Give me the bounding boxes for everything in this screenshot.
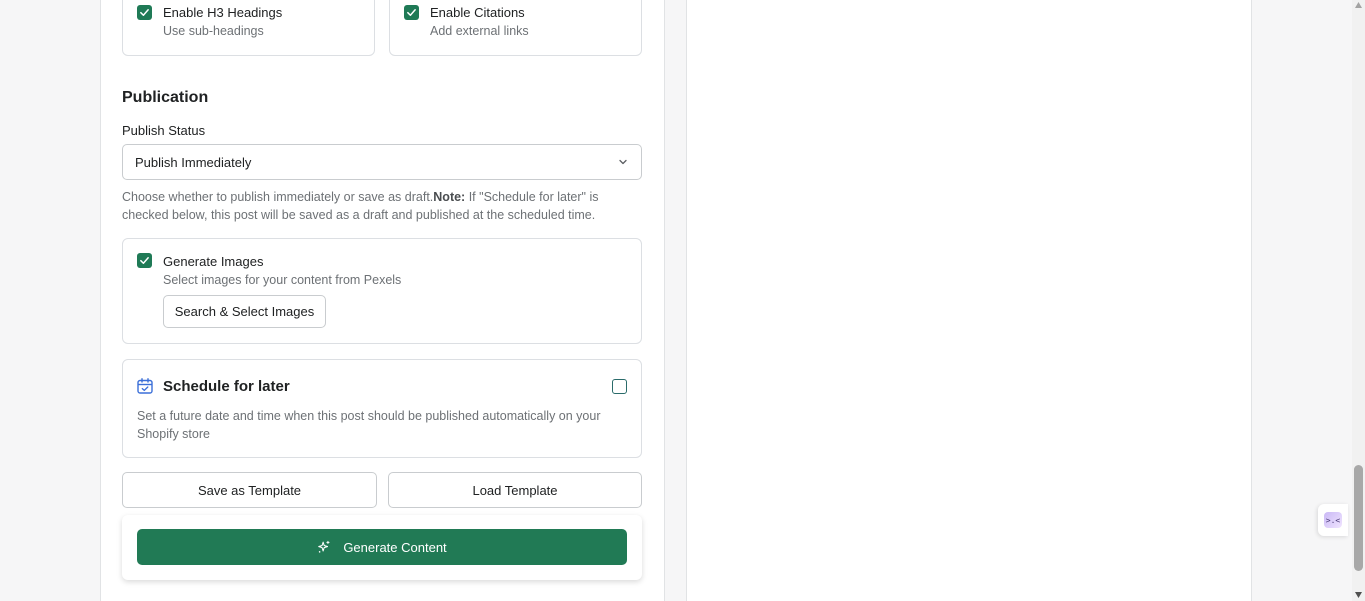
generate-images-checkbox[interactable] xyxy=(137,253,152,268)
generate-images-help: Select images for your content from Pexe… xyxy=(163,273,402,287)
save-template-button[interactable]: Save as Template xyxy=(122,472,377,508)
generate-content-button[interactable]: Generate Content xyxy=(137,529,627,565)
h3-headings-help: Use sub-headings xyxy=(163,24,264,38)
scrollbar-thumb[interactable] xyxy=(1354,465,1363,571)
scroll-up-arrow-icon[interactable] xyxy=(1355,2,1362,8)
assistant-face-icon: >.< xyxy=(1324,512,1342,528)
assistant-glyph: >.< xyxy=(1325,515,1341,525)
citations-label: Enable Citations xyxy=(430,5,525,20)
schedule-title: Schedule for later xyxy=(163,378,290,395)
generate-bar: Generate Content xyxy=(122,515,642,580)
generate-content-label: Generate Content xyxy=(343,539,447,555)
citations-checkbox[interactable] xyxy=(404,5,419,20)
chevron-down-icon xyxy=(619,159,627,165)
h3-headings-label: Enable H3 Headings xyxy=(163,5,283,20)
citations-help: Add external links xyxy=(430,24,529,38)
check-icon xyxy=(140,257,149,264)
publish-help-note: Note: xyxy=(433,190,466,204)
publish-help-prefix: Choose whether to publish immediately or… xyxy=(122,190,434,204)
schedule-description: Set a future date and time when this pos… xyxy=(137,409,601,441)
assistant-widget[interactable]: >.< xyxy=(1318,504,1348,536)
calendar-icon xyxy=(137,378,153,394)
load-template-button[interactable]: Load Template xyxy=(388,472,642,508)
generate-images-label: Generate Images xyxy=(163,254,264,269)
search-select-images-button[interactable]: Search & Select Images xyxy=(163,295,326,328)
publish-status-label: Publish Status xyxy=(122,123,206,138)
publish-status-select[interactable]: Publish Immediately xyxy=(122,144,642,180)
scroll-down-arrow-icon[interactable] xyxy=(1355,592,1362,598)
check-icon xyxy=(407,9,416,16)
check-icon xyxy=(140,9,149,16)
h3-headings-checkbox[interactable] xyxy=(137,5,152,20)
publish-status-value: Publish Immediately xyxy=(135,154,252,170)
preview-panel xyxy=(686,0,1252,601)
schedule-checkbox[interactable] xyxy=(612,379,627,394)
sparkles-icon xyxy=(318,540,330,553)
publication-heading: Publication xyxy=(122,89,209,106)
publish-status-help: Choose whether to publish immediately or… xyxy=(122,188,622,224)
